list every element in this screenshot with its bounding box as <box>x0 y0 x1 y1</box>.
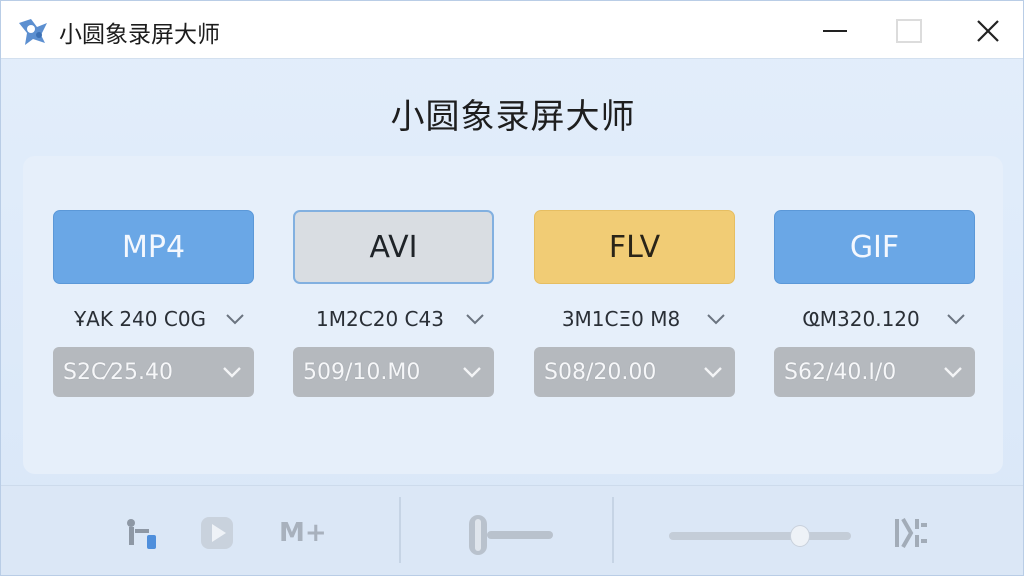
fps-select-gif[interactable]: S62/40.I/0 <box>774 347 975 397</box>
fps-select-flv[interactable]: S08/20.00 <box>534 347 735 397</box>
resolution-value: ҨM320.120 <box>802 307 920 331</box>
resolution-dropdown-avi[interactable]: 1M2C20 C43 <box>293 301 493 337</box>
chevron-down-icon <box>707 314 725 325</box>
fps-value: S08/20.00 <box>544 359 657 385</box>
app-logo-icon <box>19 19 47 45</box>
format-button-gif[interactable]: GIF <box>774 210 975 284</box>
chevron-down-icon <box>226 314 244 325</box>
chevron-down-icon <box>466 314 484 325</box>
fps-select-mp4[interactable]: S2C⁄25.40 <box>53 347 254 397</box>
resolution-value: 1M2C20 C43 <box>316 307 444 331</box>
chevron-down-icon <box>223 367 241 378</box>
minimize-icon[interactable] <box>815 11 855 51</box>
resolution-value: 3M1CΞ0 M8 <box>561 307 681 331</box>
pin-icon[interactable] <box>121 513 161 553</box>
slider-handle[interactable] <box>790 525 810 547</box>
m-plus-icon[interactable]: M+ <box>279 515 329 551</box>
chevron-down-icon <box>704 367 722 378</box>
window-title: 小圆象录屏大师 <box>59 22 220 48</box>
effects-icon[interactable] <box>891 513 931 553</box>
volume-slider-icon[interactable] <box>465 513 557 557</box>
app-window: 小圆象录屏大师 小圆象录屏大师 MP4 AVI FLV GIF ҰAK 240 … <box>0 0 1024 576</box>
maximize-icon[interactable] <box>889 11 929 51</box>
toolbar-divider <box>399 497 401 563</box>
play-icon[interactable] <box>197 513 237 553</box>
page-title: 小圆象录屏大师 <box>390 97 636 137</box>
fps-select-avi[interactable]: 509/10.M0 <box>293 347 494 397</box>
resolution-dropdown-mp4[interactable]: ҰAK 240 C0G <box>53 301 253 337</box>
fps-value: 509/10.M0 <box>303 359 421 385</box>
format-button-mp4[interactable]: MP4 <box>53 210 254 284</box>
format-button-avi[interactable]: AVI <box>293 210 494 284</box>
format-button-flv[interactable]: FLV <box>534 210 735 284</box>
resolution-dropdown-gif[interactable]: ҨM320.120 <box>774 301 974 337</box>
close-icon[interactable] <box>968 11 1008 51</box>
chevron-down-icon <box>944 367 962 378</box>
resolution-value: ҰAK 240 C0G <box>73 307 207 331</box>
fps-value: S62/40.I/0 <box>784 359 897 385</box>
resolution-dropdown-flv[interactable]: 3M1CΞ0 M8 <box>534 301 734 337</box>
title-bar[interactable]: 小圆象录屏大师 <box>1 1 1023 59</box>
progress-slider[interactable] <box>669 532 851 540</box>
chevron-down-icon <box>947 314 965 325</box>
chevron-down-icon <box>463 367 481 378</box>
toolbar-divider <box>612 497 614 563</box>
fps-value: S2C⁄25.40 <box>63 359 173 385</box>
